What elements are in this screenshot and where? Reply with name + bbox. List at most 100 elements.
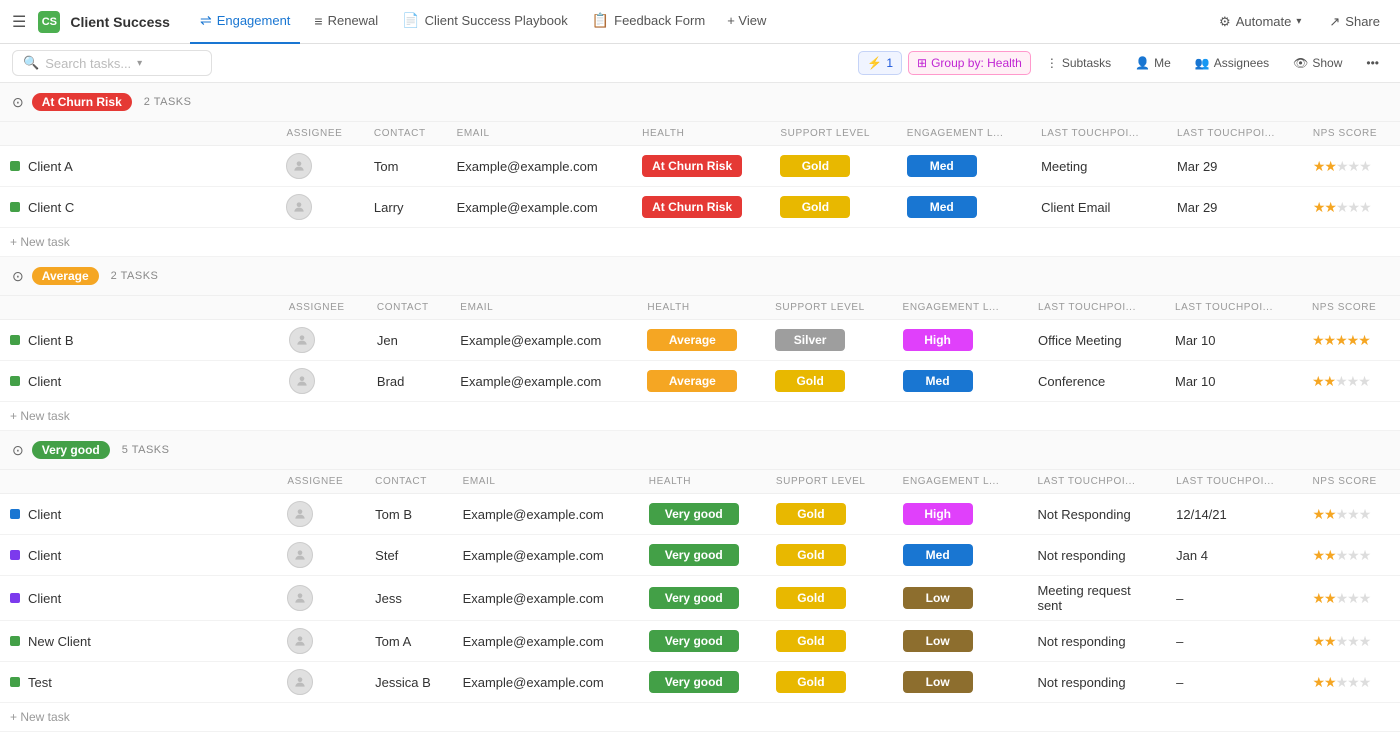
health-badge: Very good (649, 503, 739, 525)
email-cell: Example@example.com (450, 361, 637, 402)
support-badge: Gold (776, 630, 846, 652)
group-by-button[interactable]: ⊞ Group by: Health (908, 51, 1031, 75)
assignee-cell (286, 153, 353, 179)
last-touch-type-cell: Not responding (1027, 621, 1166, 662)
engagement-badge: High (903, 329, 973, 351)
last-touch-type-cell: Meeting request sent (1027, 576, 1166, 621)
col-header-assignee: ASSIGNEE (279, 296, 367, 320)
me-button[interactable]: 👤 Me (1126, 51, 1180, 75)
assignee-cell (286, 194, 353, 220)
assignees-button[interactable]: 👥 Assignees (1186, 51, 1278, 75)
search-box[interactable]: 🔍 Search tasks... ▾ (12, 50, 212, 76)
section-chevron-icon[interactable]: ⊙ (12, 94, 24, 111)
section-chevron-icon[interactable]: ⊙ (12, 268, 24, 285)
table-wrap-average: ASSIGNEECONTACTEMAILHEALTHSUPPORT LEVELE… (0, 296, 1400, 431)
section-chevron-icon[interactable]: ⊙ (12, 442, 24, 459)
new-task-row[interactable]: + New task (0, 228, 1400, 257)
assignee-cell (287, 542, 355, 568)
tab-renewal[interactable]: ≡ Renewal (304, 0, 388, 44)
table-row: Client B JenExample@example.comAverageSi… (0, 320, 1400, 361)
task-dot-icon (10, 509, 20, 519)
avatar (287, 585, 313, 611)
section-task-count: 2 TASKS (144, 96, 192, 108)
top-nav: ☰ CS Client Success ⇌ Engagement ≡ Renew… (0, 0, 1400, 44)
avatar (289, 368, 315, 394)
task-dot-icon (10, 636, 20, 646)
engagement-badge: High (903, 503, 973, 525)
stars: ★★★★★ (1312, 547, 1370, 563)
assignee-cell (287, 628, 355, 654)
last-touch-type-cell: Not Responding (1027, 494, 1166, 535)
automate-chevron-icon: ▾ (1296, 16, 1301, 27)
last-touch-date-cell: – (1166, 576, 1302, 621)
assignee-cell (287, 669, 355, 695)
more-options-button[interactable]: ••• (1357, 51, 1388, 75)
col-header-lastTouchDate: LAST TOUCHPOI... (1165, 296, 1302, 320)
col-header-email: EMAIL (447, 122, 633, 146)
stars: ★★★★★ (1312, 332, 1370, 348)
add-view-tab[interactable]: + View (719, 0, 774, 44)
contact-cell: Tom A (365, 621, 452, 662)
last-touch-date-cell: Jan 4 (1166, 535, 1302, 576)
task-name[interactable]: New Client (28, 634, 91, 649)
email-cell: Example@example.com (453, 535, 639, 576)
menu-icon[interactable]: ☰ (12, 12, 26, 32)
task-dot-icon (10, 335, 20, 345)
col-header-nps: NPS SCORE (1302, 470, 1400, 494)
task-name[interactable]: Client (28, 548, 61, 563)
col-header-email: EMAIL (453, 470, 639, 494)
col-header-support: SUPPORT LEVEL (765, 296, 892, 320)
task-name[interactable]: Test (28, 675, 52, 690)
task-name[interactable]: Client (28, 591, 61, 606)
automate-button[interactable]: ⚙ Automate ▾ (1211, 10, 1309, 34)
email-cell: Example@example.com (447, 187, 633, 228)
new-task-label[interactable]: + New task (0, 703, 1400, 732)
col-header-engagement: ENGAGEMENT L... (893, 470, 1028, 494)
tab-playbook[interactable]: 📄 Client Success Playbook (392, 0, 578, 44)
new-task-row[interactable]: + New task (0, 703, 1400, 732)
person-icon (293, 591, 307, 605)
task-name[interactable]: Client A (28, 159, 73, 174)
avatar (287, 669, 313, 695)
last-touch-date-cell: Mar 10 (1165, 320, 1302, 361)
new-task-label[interactable]: + New task (0, 402, 1400, 431)
nps-score-cell: ★★★★★ (1303, 146, 1400, 187)
col-header-lastTouchType: LAST TOUCHPOI... (1027, 470, 1166, 494)
filter-button[interactable]: ⚡ 1 (858, 51, 902, 75)
subtasks-button[interactable]: ⋮ Subtasks (1037, 51, 1120, 75)
task-name[interactable]: Client (28, 507, 61, 522)
col-header-nps: NPS SCORE (1303, 122, 1400, 146)
col-header-assignee: ASSIGNEE (277, 470, 365, 494)
support-badge: Silver (775, 329, 845, 351)
task-name[interactable]: Client C (28, 200, 74, 215)
table-row: Client A TomExample@example.comAt Churn … (0, 146, 1400, 187)
group-icon: ⊞ (917, 56, 927, 70)
assignee-cell (289, 327, 357, 353)
person-icon (293, 634, 307, 648)
task-name[interactable]: Client B (28, 333, 74, 348)
avatar (286, 194, 312, 220)
show-button[interactable]: 👁 Show (1284, 51, 1351, 75)
col-header-contact: CONTACT (364, 122, 447, 146)
share-button[interactable]: ↗ Share (1321, 10, 1388, 34)
tab-feedback[interactable]: 📋 Feedback Form (582, 0, 715, 44)
tab-engagement[interactable]: ⇌ Engagement (190, 0, 300, 44)
last-touch-date-cell: – (1166, 621, 1302, 662)
email-cell: Example@example.com (453, 662, 639, 703)
contact-cell: Brad (367, 361, 450, 402)
task-dot-icon (10, 550, 20, 560)
col-header-name (0, 296, 279, 320)
assignees-icon: 👥 (1195, 56, 1210, 70)
col-header-nps: NPS SCORE (1302, 296, 1400, 320)
task-name[interactable]: Client (28, 374, 61, 389)
task-name-cell: Client (10, 507, 267, 522)
new-task-label[interactable]: + New task (0, 228, 1400, 257)
contact-cell: Jen (367, 320, 450, 361)
new-task-row[interactable]: + New task (0, 402, 1400, 431)
col-header-lastTouchDate: LAST TOUCHPOI... (1166, 470, 1302, 494)
show-icon: 👁 (1293, 56, 1308, 70)
assignee-cell (287, 501, 355, 527)
search-chevron-icon: ▾ (137, 58, 142, 69)
filter-icon: ⚡ (867, 56, 882, 70)
col-header-email: EMAIL (450, 296, 637, 320)
